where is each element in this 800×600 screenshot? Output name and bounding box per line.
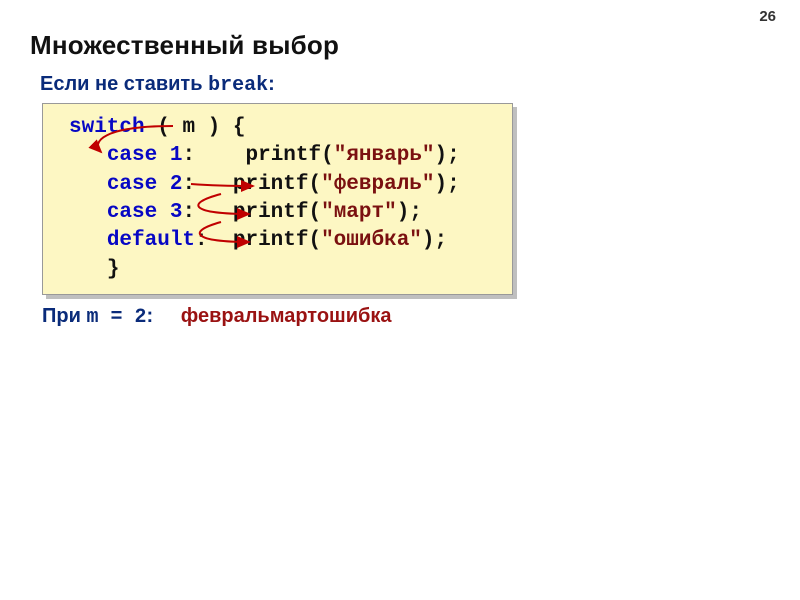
kw-case-3: case [107,201,157,224]
code-block: switch ( m ) { case 1: printf("январь");… [42,103,513,295]
result-output: февральмартошибка [181,305,392,327]
kw-switch: switch [69,116,145,139]
kw-case-1: case [107,144,157,167]
kw-default: default [107,229,195,252]
page-number: 26 [759,8,776,25]
subtitle-suffix: : [268,73,275,95]
page-title: Множественный выбор [30,30,770,61]
break-keyword: break [208,74,268,97]
code-container: switch ( m ) { case 1: printf("январь");… [42,103,513,295]
result-line: При m = 2: февральмартошибка [30,305,770,329]
result-colon: : [146,305,153,327]
m-equals: m = 2 [86,306,146,329]
subtitle: Если не ставить break: [30,73,770,97]
subtitle-prefix: Если не ставить [40,73,208,95]
result-prefix: При [42,305,86,327]
kw-case-2: case [107,173,157,196]
slide-content: Множественный выбор Если не ставить brea… [0,0,800,329]
